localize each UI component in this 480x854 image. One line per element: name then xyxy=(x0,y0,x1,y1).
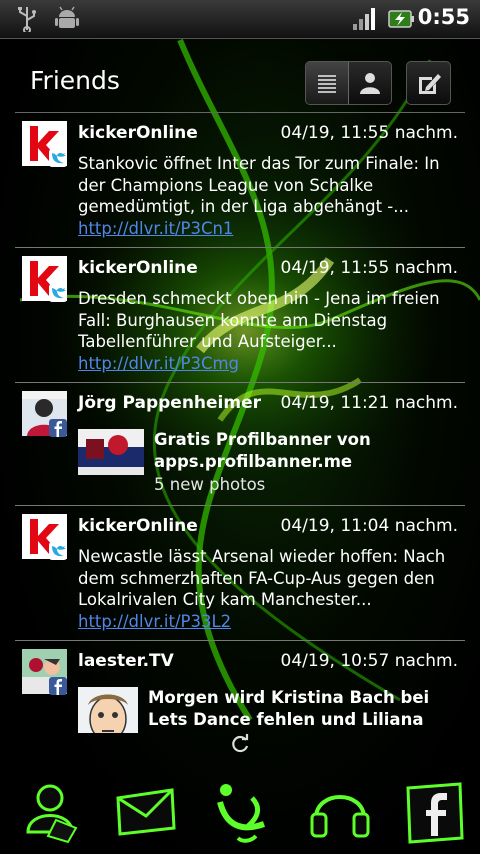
author-name: laester.TV xyxy=(78,651,174,671)
app-dock xyxy=(0,772,480,854)
messaging-button[interactable] xyxy=(114,780,178,846)
music-button[interactable] xyxy=(308,780,372,846)
timescape-button[interactable] xyxy=(208,780,272,846)
usb-icon xyxy=(16,6,38,36)
feed-item[interactable]: laester.TV 04/19, 10:57 nachm. Morgen wi… xyxy=(15,641,465,733)
post-title[interactable]: Morgen wird Kristina Bach bei Lets Dance… xyxy=(148,687,458,733)
facebook-icon xyxy=(406,782,464,844)
post-time: 04/19, 10:57 nachm. xyxy=(280,651,458,671)
post-time: 04/19, 11:55 nachm. xyxy=(280,123,458,143)
list-view-button[interactable] xyxy=(306,62,348,104)
contacts-icon xyxy=(26,784,78,844)
compose-button[interactable] xyxy=(406,61,451,105)
post-link[interactable]: http://dlvr.it/P33L2 xyxy=(78,612,231,631)
post-time: 04/19, 11:04 nachm. xyxy=(280,516,458,536)
post-body: Stankovic öffnet Inter das Tor zum Final… xyxy=(78,154,440,216)
music-icon xyxy=(310,795,370,838)
android-debug-icon xyxy=(54,6,80,36)
signal-icon xyxy=(352,6,378,36)
post-text: Dresden schmeckt oben hin - Jena im frei… xyxy=(78,288,458,374)
clock: 0:55 xyxy=(417,5,470,29)
author-name: Jörg Pappenheimer xyxy=(78,393,262,413)
feed-item[interactable]: kickerOnline 04/19, 11:55 nachm. Stankov… xyxy=(15,113,465,248)
friends-feed[interactable]: kickerOnline 04/19, 11:55 nachm. Stankov… xyxy=(15,112,465,733)
battery-charging-icon xyxy=(388,6,416,36)
author-name: kickerOnline xyxy=(78,258,198,278)
twitter-icon xyxy=(49,284,67,302)
post-time: 04/19, 11:21 nachm. xyxy=(280,393,458,413)
twitter-icon xyxy=(49,542,67,560)
contacts-button[interactable] xyxy=(20,780,84,846)
list-view-icon xyxy=(318,75,336,93)
author-name: kickerOnline xyxy=(78,516,198,536)
post-link[interactable]: http://dlvr.it/P3Cmg xyxy=(78,354,239,373)
post-body: Dresden schmeckt oben hin - Jena im frei… xyxy=(78,289,440,351)
post-subtitle: 5 new photos xyxy=(154,475,266,494)
facebook-icon xyxy=(49,419,67,437)
person-view-button[interactable] xyxy=(349,62,391,104)
post-link[interactable]: http://dlvr.it/P3Cn1 xyxy=(78,219,233,238)
post-title[interactable]: Gratis Profilbanner von apps.profilbanne… xyxy=(154,429,454,472)
status-bar: 0:55 xyxy=(0,0,480,39)
messaging-icon xyxy=(116,788,176,836)
post-thumbnail[interactable] xyxy=(78,429,144,475)
title-bar: Friends xyxy=(0,52,480,114)
post-body: Newcastle lässt Arsenal wieder hoffen: N… xyxy=(78,547,446,609)
compose-icon xyxy=(418,74,441,94)
refresh-button[interactable] xyxy=(229,733,251,759)
page-title: Friends xyxy=(30,66,120,95)
author-name: kickerOnline xyxy=(78,123,198,143)
facebook-app-button[interactable] xyxy=(402,780,466,846)
facebook-icon xyxy=(49,677,67,695)
feed-item[interactable]: Jörg Pappenheimer 04/19, 11:21 nachm. Gr… xyxy=(15,383,465,506)
twitter-icon xyxy=(49,149,67,167)
post-thumbnail[interactable] xyxy=(78,687,138,733)
post-text: Stankovic öffnet Inter das Tor zum Final… xyxy=(78,153,458,239)
refresh-icon xyxy=(232,734,249,753)
timescape-icon xyxy=(217,784,266,843)
person-view-icon xyxy=(360,73,380,94)
feed-item[interactable]: kickerOnline 04/19, 11:04 nachm. Newcast… xyxy=(15,506,465,641)
view-switcher xyxy=(305,61,392,105)
feed-item[interactable]: kickerOnline 04/19, 11:55 nachm. Dresden… xyxy=(15,248,465,383)
post-text: Newcastle lässt Arsenal wieder hoffen: N… xyxy=(78,546,458,632)
post-time: 04/19, 11:55 nachm. xyxy=(280,258,458,278)
